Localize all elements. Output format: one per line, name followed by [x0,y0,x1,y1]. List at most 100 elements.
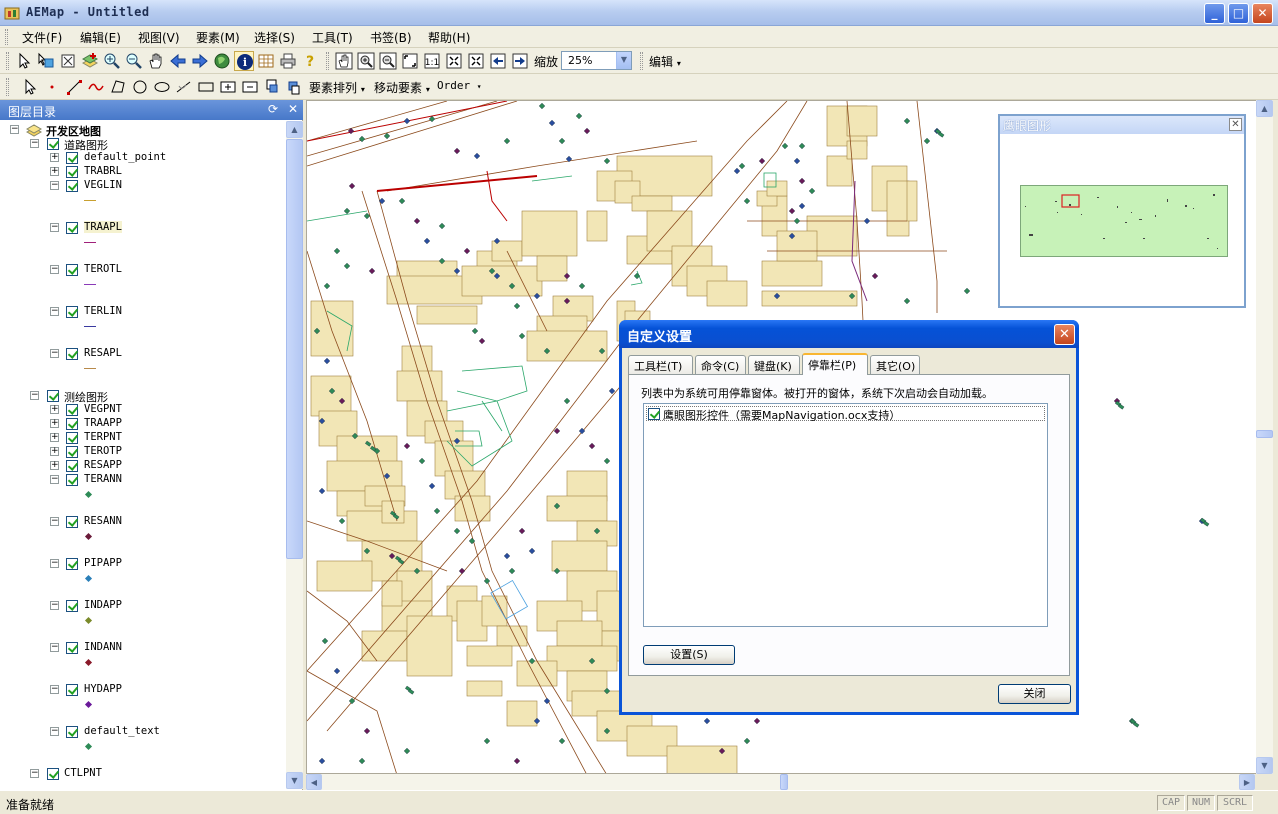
visibility-checkbox[interactable] [66,474,78,486]
previous-extent-icon[interactable] [488,51,508,71]
close-dialog-button[interactable]: 关闭 [998,684,1071,704]
pin-icon[interactable]: ⟳ [266,102,280,116]
toolbar-grip[interactable] [6,52,9,70]
layout-zoom-out-icon[interactable] [378,51,398,71]
collapse-icon[interactable]: − [50,181,59,190]
chevron-down-icon[interactable]: ▼ [616,52,631,69]
visibility-checkbox[interactable] [66,446,78,458]
visibility-checkbox[interactable] [47,138,59,150]
menu-edit[interactable]: 编辑(E) [78,29,123,46]
scroll-left-icon[interactable]: ◀ [306,774,322,790]
collapse-icon[interactable]: − [50,475,59,484]
collapse-icon[interactable]: − [50,349,59,358]
tab-toolbars[interactable]: 工具栏(T) [628,355,693,374]
send-back-icon[interactable] [284,77,304,97]
rectangle-icon[interactable] [196,77,216,97]
toolbar-grip-4[interactable] [6,78,9,96]
pan-layout-icon[interactable] [334,51,354,71]
menu-view[interactable]: 视图(V) [136,29,182,46]
scroll-down-icon[interactable]: ▼ [286,772,303,789]
fixed-zoom-out-icon[interactable] [466,51,486,71]
visibility-checkbox[interactable] [66,684,78,696]
back-arrow-icon[interactable] [168,51,188,71]
layer-item[interactable]: − INDAPP [50,599,280,613]
zoom-out-icon[interactable] [124,51,144,71]
zoom-100-icon[interactable]: 1:1 [422,51,442,71]
full-extent-globe-icon[interactable] [212,51,232,71]
expand-icon[interactable]: + [50,167,59,176]
menubar-grip[interactable] [5,29,8,45]
print-icon[interactable] [278,51,298,71]
visibility-checkbox[interactable] [66,600,78,612]
scroll-down-icon[interactable]: ▼ [1256,757,1273,774]
line-icon[interactable] [64,77,84,97]
close-icon[interactable]: ✕ [1229,118,1242,131]
list-item[interactable]: 鹰眼图形控件（需要MapNavigation.ocx支持） [646,406,1045,422]
close-icon[interactable]: ✕ [286,102,300,116]
layout-zoom-in-icon[interactable] [356,51,376,71]
visibility-checkbox[interactable] [66,418,78,430]
menu-file[interactable]: 文件(F) [20,29,64,46]
visibility-checkbox[interactable] [66,222,78,234]
layer-item[interactable]: − TEROTL [50,263,280,277]
polygon-icon[interactable] [108,77,128,97]
visibility-checkbox[interactable] [66,516,78,528]
visibility-checkbox[interactable] [66,166,78,178]
visibility-checkbox[interactable] [66,558,78,570]
point-icon[interactable] [42,77,62,97]
select-elements-icon[interactable] [20,77,40,97]
toolbar-grip-3[interactable] [640,52,643,70]
collapse-icon[interactable]: − [50,727,59,736]
collapse-icon[interactable]: − [30,769,39,778]
toc-scrollbar[interactable]: ▲ ▼ [286,121,303,789]
scroll-right-icon[interactable]: ▶ [1239,774,1255,790]
layer-item[interactable]: + TERPNT [50,431,280,445]
layer-item[interactable]: + TRABRL [50,165,280,179]
map-root[interactable]: − 开发区地图 [10,123,280,138]
freehand-icon[interactable] [174,77,194,97]
scroll-thumb[interactable] [780,774,788,790]
layer-item[interactable]: − TERLIN [50,305,280,319]
scroll-thumb[interactable] [1256,430,1273,438]
order-dropdown[interactable]: Order ▾ [437,79,482,92]
clear-selection-icon[interactable] [58,51,78,71]
collapse-icon[interactable]: − [30,391,39,400]
visibility-checkbox[interactable] [47,768,59,780]
tab-commands[interactable]: 命令(C) [695,355,746,374]
layer-group-ctlpnt[interactable]: − CTLPNT [30,767,280,781]
circle-icon[interactable] [130,77,150,97]
layer-item[interactable]: − TRAAPL [50,221,280,235]
visibility-checkbox[interactable] [66,460,78,472]
zoom-combo[interactable]: 25% ▼ [561,51,632,70]
layer-item[interactable]: − PIPAPP [50,557,280,571]
fixed-zoom-in-icon[interactable] [444,51,464,71]
dockable-windows-list[interactable]: 鹰眼图形控件（需要MapNavigation.ocx支持） [643,403,1048,627]
collapse-icon[interactable]: − [50,517,59,526]
layer-item[interactable]: − default_text [50,725,280,739]
menu-help[interactable]: 帮助(H) [426,29,472,46]
settings-button[interactable]: 设置(S) [643,645,735,665]
visibility-checkbox[interactable] [66,404,78,416]
expand-icon[interactable]: + [50,433,59,442]
next-extent-icon[interactable] [510,51,530,71]
ungroup-icon[interactable] [240,77,260,97]
visibility-checkbox[interactable] [66,348,78,360]
close-button[interactable]: ✕ [1252,3,1273,24]
identify-info-icon[interactable]: i [234,51,254,71]
curve-icon[interactable] [86,77,106,97]
select-features-icon[interactable] [36,51,56,71]
minimize-button[interactable]: _ [1204,3,1225,24]
maximize-button[interactable]: □ [1228,3,1249,24]
collapse-icon[interactable]: − [50,601,59,610]
tab-others[interactable]: 其它(O) [870,355,920,374]
layer-group-roads[interactable]: − 道路图形 [30,137,280,152]
collapse-icon[interactable]: − [50,265,59,274]
expand-icon[interactable]: + [50,461,59,470]
layer-item[interactable]: − VEGLIN [50,179,280,193]
menu-tools[interactable]: 工具(T) [310,29,355,46]
layer-item[interactable]: − HYDAPP [50,683,280,697]
select-arrow-icon[interactable] [14,51,34,71]
visibility-checkbox[interactable] [66,642,78,654]
expand-icon[interactable]: + [50,405,59,414]
expand-icon[interactable]: + [50,153,59,162]
